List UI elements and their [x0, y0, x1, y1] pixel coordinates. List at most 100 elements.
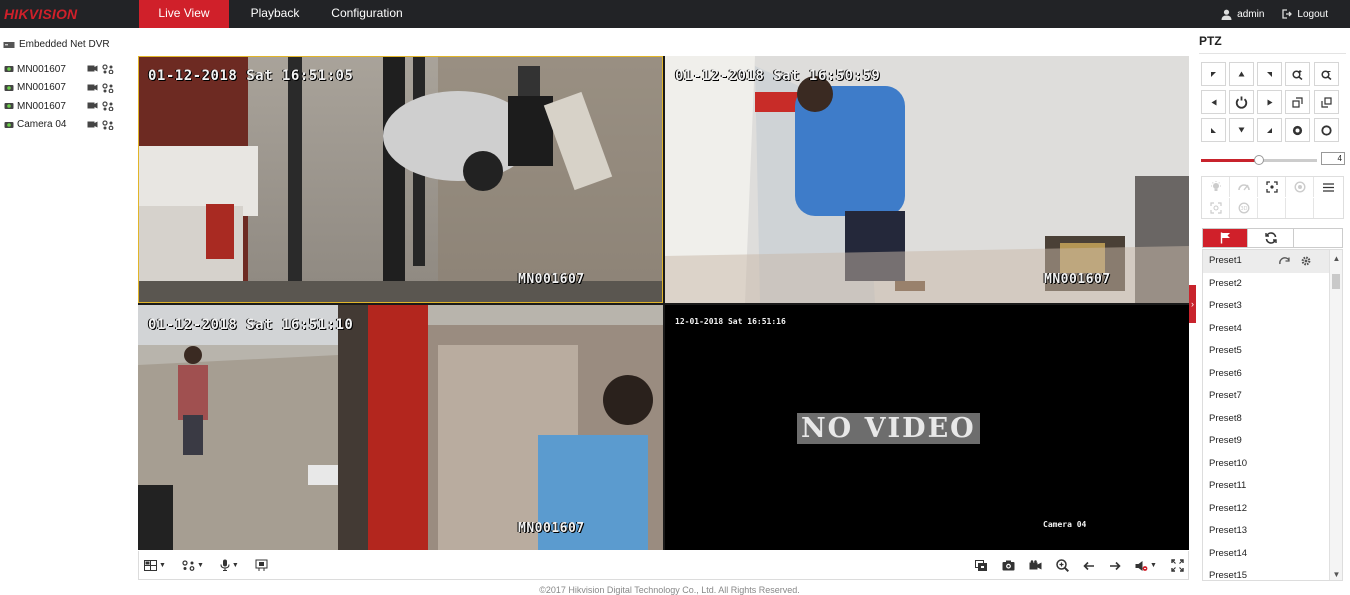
zoom-in-button[interactable] [1285, 62, 1310, 86]
ptz-down-button[interactable] [1229, 118, 1254, 142]
preset-item[interactable]: Preset8 [1203, 408, 1342, 431]
ptz-icon[interactable] [102, 64, 114, 74]
preset-item[interactable]: Preset3 [1203, 295, 1342, 318]
video-tile-2[interactable]: 01-12-2018 Sat 16:50:59 MN001607 [665, 56, 1189, 303]
layout-grid-icon [144, 559, 157, 571]
focus-near-button[interactable] [1285, 90, 1310, 114]
preset-scrollbar[interactable]: ▲ ▼ [1329, 250, 1342, 580]
tab-live-view[interactable]: Live View [139, 0, 229, 28]
ptz-icon[interactable] [102, 119, 114, 130]
preset-item[interactable]: Preset7 [1203, 385, 1342, 408]
zoom-out-button[interactable] [1314, 62, 1339, 86]
light-button[interactable] [1202, 177, 1230, 197]
capture-button[interactable] [1002, 560, 1015, 571]
chevron-down-icon: ▼ [159, 561, 166, 569]
preset-item[interactable]: Preset11 [1203, 475, 1342, 498]
set-preset-button[interactable] [1301, 250, 1311, 272]
tab-presets[interactable] [1203, 229, 1248, 247]
ptz-icon[interactable] [102, 82, 114, 93]
focus-far-button[interactable] [1314, 90, 1339, 114]
osd-timestamp-2: 01-12-2018 Sat 16:50:59 [675, 68, 881, 84]
preset-item[interactable]: Preset4 [1203, 318, 1342, 341]
zoom-in-button[interactable] [1056, 559, 1069, 572]
iris-open-button[interactable] [1285, 118, 1310, 142]
ptz-left-button[interactable] [1201, 90, 1226, 114]
copyright-footer: ©2017 Hikvision Digital Technology Co., … [539, 585, 800, 595]
preset-item[interactable]: Preset1 [1203, 250, 1342, 273]
scroll-up-icon[interactable]: ▲ [1330, 252, 1342, 264]
tree-camera-label: Camera 04 [17, 119, 67, 131]
record-button[interactable] [1029, 560, 1042, 571]
preset-item[interactable]: Preset14 [1203, 543, 1342, 566]
scroll-down-icon[interactable]: ▼ [1330, 568, 1342, 580]
record-icon [1029, 560, 1042, 570]
ptz-auto-scan-button[interactable] [1229, 90, 1254, 114]
tree-camera-2[interactable]: MN001607 [0, 79, 135, 98]
preset-item[interactable]: Preset9 [1203, 430, 1342, 453]
stop-all-preview-button[interactable] [975, 559, 988, 572]
preset-item[interactable]: Preset15 [1203, 565, 1342, 580]
video-tile-1[interactable]: 01-12-2018 Sat 16:51:05 MN001607 [138, 56, 663, 303]
user-menu[interactable]: admin [1221, 9, 1264, 20]
ptz-speed-control: 4 [1199, 150, 1345, 170]
prev-page-button[interactable] [1083, 561, 1095, 571]
preset-item[interactable]: Preset6 [1203, 363, 1342, 386]
preset-label: Preset6 [1209, 367, 1242, 379]
tree-camera-3[interactable]: MN001607 [0, 97, 135, 116]
speed-slider[interactable] [1201, 155, 1317, 165]
preset-label: Preset8 [1209, 412, 1242, 424]
menu-button[interactable] [1314, 177, 1342, 197]
fullscreen-button[interactable] [1171, 559, 1184, 572]
preset-item[interactable]: Preset2 [1203, 273, 1342, 296]
wiper-button[interactable] [1230, 177, 1258, 197]
tree-camera-4[interactable]: Camera 04 [0, 116, 135, 135]
one-touch-focus-button[interactable] [1258, 177, 1286, 197]
layout-button[interactable]: ▼ [144, 559, 166, 571]
arrow-left-icon [1211, 99, 1216, 105]
ptz-icon[interactable] [102, 101, 114, 111]
tab-playback[interactable]: Playback [229, 0, 321, 28]
camera-status-icon [4, 66, 14, 73]
speed-slider-thumb[interactable] [1254, 155, 1264, 165]
tree-camera-label: MN001607 [17, 100, 66, 112]
logout-button[interactable]: Logout [1282, 9, 1328, 20]
call-preset-button[interactable] [1279, 250, 1290, 272]
ptz-up-button[interactable] [1229, 62, 1254, 86]
tab-patrols[interactable] [1249, 229, 1294, 247]
record-icon[interactable] [87, 83, 98, 92]
video-feed-3 [138, 305, 663, 550]
video-tile-3[interactable]: 01-12-2018 Sat 16:51:10 MN001607 [138, 305, 663, 550]
iris-close-button[interactable] [1314, 118, 1339, 142]
ptz-down-right-button[interactable] [1257, 118, 1282, 142]
preset-label: Preset4 [1209, 322, 1242, 334]
preset-item[interactable]: Preset10 [1203, 453, 1342, 476]
manual-tracking-button[interactable] [1202, 198, 1230, 218]
osd-timestamp-1: 01-12-2018 Sat 16:51:05 [148, 68, 354, 84]
ptz-down-left-button[interactable] [1201, 118, 1226, 142]
video-tile-4[interactable]: 12-01-2018 Sat 16:51:16 NO VIDEO Camera … [665, 305, 1189, 550]
user-area: admin Logout [1221, 0, 1350, 28]
record-icon[interactable] [87, 101, 98, 110]
3d-positioning-button[interactable]: 3D [1230, 198, 1258, 218]
preset-item[interactable]: Preset12 [1203, 498, 1342, 521]
ptz-control-button[interactable]: ▼ [182, 559, 204, 571]
volume-icon [1135, 560, 1148, 571]
next-page-button[interactable] [1109, 561, 1121, 571]
lens-init-button[interactable] [1286, 177, 1314, 197]
ptz-right-button[interactable] [1257, 90, 1282, 114]
tree-camera-1[interactable]: MN001607 [0, 60, 135, 79]
audio-talk-button[interactable]: ▼ [220, 559, 239, 571]
scrollbar-thumb[interactable] [1332, 274, 1340, 289]
tab-configuration[interactable]: Configuration [321, 0, 413, 28]
record-icon[interactable] [87, 120, 98, 129]
tab-pattern[interactable] [1295, 229, 1340, 247]
preset-item[interactable]: Preset5 [1203, 340, 1342, 363]
collapse-panel-handle[interactable]: › [1189, 285, 1196, 323]
tree-root-dvr[interactable]: Embedded Net DVR [0, 36, 135, 52]
volume-button[interactable]: ▼ [1135, 560, 1157, 572]
record-icon[interactable] [87, 64, 98, 73]
preset-item[interactable]: Preset13 [1203, 520, 1342, 543]
digital-zoom-button[interactable] [255, 559, 268, 571]
ptz-up-right-button[interactable] [1257, 62, 1282, 86]
ptz-up-left-button[interactable] [1201, 62, 1226, 86]
